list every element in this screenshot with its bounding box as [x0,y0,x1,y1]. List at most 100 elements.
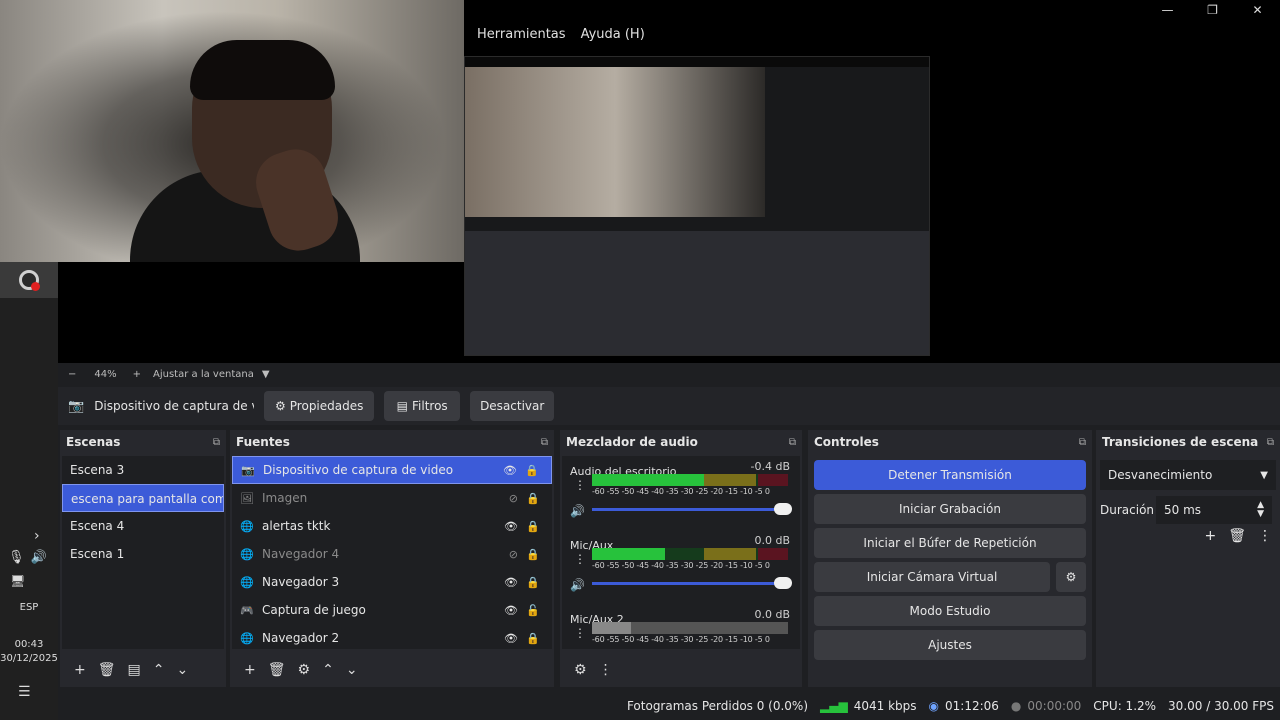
undock-icon[interactable]: ⧉ [789,437,796,448]
zoom-in-button[interactable]: + [133,369,141,380]
lock-icon[interactable]: 🔒 [526,632,540,645]
scene-item[interactable]: Escena 1 [62,540,224,568]
lock-icon[interactable]: 🔒 [526,520,540,533]
scene-item[interactable]: Escena 3 [62,456,224,484]
lock-icon[interactable]: 🔒 [526,548,540,561]
channel-menu-icon[interactable]: ⋮ [574,626,586,640]
add-icon[interactable]: + [1204,528,1216,544]
speaker-icon[interactable]: 🔊 [570,504,585,518]
undock-icon[interactable]: ⧉ [213,437,220,448]
recording-dot-icon [31,282,40,291]
window-controls: — ❐ ✕ [1145,0,1280,20]
notification-icon[interactable]: ☰ [18,684,31,700]
volume-slider[interactable] [592,503,792,515]
studio-mode-button[interactable]: Modo Estudio [814,596,1086,626]
start-recording-button[interactable]: Iniciar Grabación [814,494,1086,524]
zoom-bar: − 44% + Ajustar a la ventana ▼ [58,363,1280,385]
add-icon[interactable]: + [74,662,86,678]
add-icon[interactable]: + [244,662,256,678]
nested-preview-image [465,57,929,355]
channel-menu-icon[interactable]: ⋮ [574,552,586,566]
speaker-icon[interactable]: 🔊 [570,578,585,592]
transition-select[interactable]: Desvanecimiento ▼ [1100,460,1276,490]
undock-icon[interactable]: ⧉ [1267,437,1274,448]
trash-icon[interactable]: 🗑 [1228,528,1246,544]
unlock-icon[interactable]: 🔓 [526,604,540,617]
source-item[interactable]: 🌐 Navegador 4 ⊘ 🔒 [232,540,552,568]
source-item[interactable]: 📷 Dispositivo de captura de video 👁 🔒 [232,456,552,484]
scenes-dock: Escenas ⧉ Escena 3 escena para pantalla … [60,430,226,687]
trash-icon[interactable]: 🗑 [98,662,116,678]
eye-hidden-icon[interactable]: ⊘ [509,548,518,561]
cpu-usage: CPU: 1.2% [1093,699,1157,713]
speaker-icon[interactable]: 🔊 [31,550,47,565]
zoom-fit-dropdown[interactable]: Ajustar a la ventana [153,369,254,380]
lock-icon[interactable]: 🔒 [526,492,540,505]
close-button[interactable]: ✕ [1235,0,1280,20]
menu-tools[interactable]: Herramientas [477,27,566,42]
lock-icon[interactable]: 🔒 [526,576,540,589]
sources-footer: + 🗑 ⚙ ⌃ ⌄ [230,653,554,687]
source-item[interactable]: 🖼 Imagen ⊘ 🔒 [232,484,552,512]
eye-icon[interactable]: 👁 [504,520,518,533]
scenes-title: Escenas [66,435,121,449]
monitor-icon[interactable]: 🖥 [10,574,25,588]
duration-input[interactable]: 50 ms ▲ ▼ [1156,496,1272,524]
source-item[interactable]: 🌐 Navegador 2 👁 🔒 [232,624,552,652]
duration-value: 50 ms [1164,503,1202,517]
properties-button[interactable]: ⚙ Propiedades [264,391,375,421]
eye-hidden-icon[interactable]: ⊘ [509,492,518,505]
more-icon[interactable]: ⋮ [1258,528,1272,544]
move-up-icon[interactable]: ⌃ [322,662,334,678]
virtual-cam-button[interactable]: Iniciar Cámara Virtual [814,562,1050,592]
sources-dock: Fuentes ⧉ 📷 Dispositivo de captura de vi… [230,430,554,687]
filters-button[interactable]: ▤ Filtros [384,391,461,421]
record-icon: ● [1010,699,1022,713]
move-up-icon[interactable]: ⌃ [153,662,165,678]
scene-item[interactable]: Escena 4 [62,512,224,540]
microphone-icon[interactable]: 🎙 [8,550,25,565]
virtual-cam-settings-button[interactable]: ⚙ [1056,562,1086,592]
language-indicator[interactable]: ESP [0,602,58,613]
filter-icon[interactable]: ▤ [128,662,141,678]
more-icon[interactable]: ⋮ [599,662,613,678]
undock-icon[interactable]: ⧉ [1079,437,1086,448]
eye-icon[interactable]: 👁 [504,576,518,589]
zoom-out-button[interactable]: − [68,369,76,380]
gear-icon[interactable]: ⚙ [298,662,311,678]
duration-row: Duración 50 ms ▲ ▼ [1100,496,1272,524]
scene-item[interactable]: escena para pantalla completa [62,484,224,512]
clock[interactable]: 00:43 30/12/2025 [0,638,58,666]
menu-help[interactable]: Ayuda (H) [581,27,645,42]
chevron-right-icon[interactable]: › [34,528,40,544]
source-item[interactable]: 🌐 Navegador 3 👁 🔒 [232,568,552,596]
channel-menu-icon[interactable]: ⋮ [574,478,586,492]
minimize-button[interactable]: — [1145,0,1190,20]
undock-icon[interactable]: ⧉ [541,437,548,448]
source-item[interactable]: 🌐 alertas tktk 👁 🔒 [232,512,552,540]
lock-icon[interactable]: 🔒 [525,464,539,477]
stop-stream-button[interactable]: Detener Transmisión [814,460,1086,490]
zoom-caret-icon[interactable]: ▼ [262,369,270,380]
eye-icon[interactable]: 👁 [504,604,518,617]
spinner-icon[interactable]: ▲ ▼ [1257,501,1264,519]
move-down-icon[interactable]: ⌄ [346,662,358,678]
trash-icon[interactable]: 🗑 [268,662,286,678]
transitions-dock: Transiciones de escena ⧉ Desvanecimiento… [1096,430,1280,687]
stream-time: 01:12:06 [945,699,999,713]
meter-level [592,548,665,560]
move-down-icon[interactable]: ⌄ [176,662,188,678]
deactivate-button[interactable]: Desactivar [470,391,555,421]
volume-knob[interactable] [774,503,792,515]
gear-icon[interactable]: ⚙ [574,662,587,678]
maximize-button[interactable]: ❐ [1190,0,1235,20]
replay-buffer-button[interactable]: Iniciar el Búfer de Repetición [814,528,1086,558]
eye-icon[interactable]: 👁 [504,632,518,645]
volume-slider[interactable] [592,577,792,589]
settings-button[interactable]: Ajustes [814,630,1086,660]
meter-peak-zone [758,474,788,486]
source-item[interactable]: 🎮 Captura de juego 👁 🔓 [232,596,552,624]
obs-taskbar-button[interactable] [0,262,58,298]
eye-icon[interactable]: 👁 [503,464,517,477]
volume-knob[interactable] [774,577,792,589]
